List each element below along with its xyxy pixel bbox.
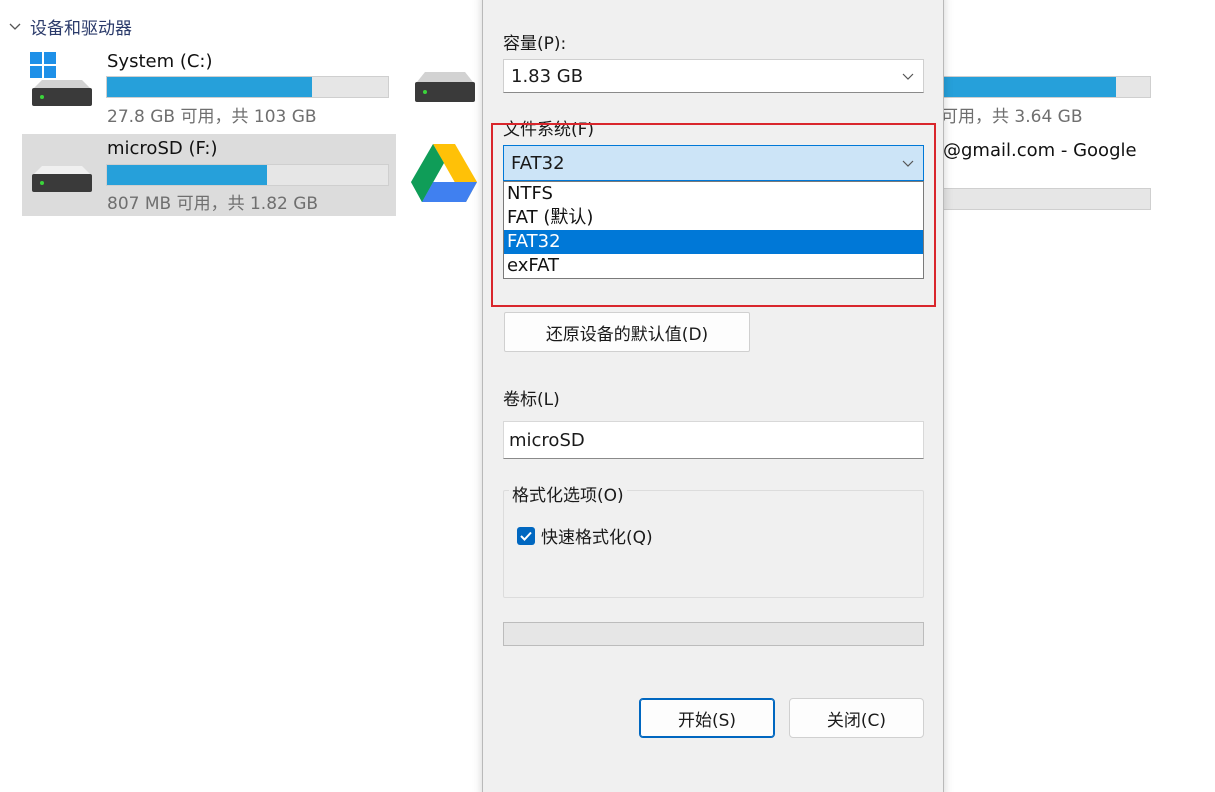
quick-format-label: 快速格式化(Q) <box>541 528 653 548</box>
drive-item-f[interactable]: microSD (F:) 807 MB 可用，共 1.82 GB <box>22 134 396 216</box>
drive-name: System (C:) <box>107 51 213 72</box>
capacity-combobox[interactable]: 1.83 GB <box>503 59 924 93</box>
drive-info: 807 MB 可用，共 1.82 GB <box>107 194 319 214</box>
format-progress-bar <box>503 622 924 646</box>
drive-info: 27.8 GB 可用，共 103 GB <box>107 107 317 127</box>
drive-item-c[interactable]: System (C:) 27.8 GB 可用，共 103 GB <box>22 48 396 128</box>
checkmark-icon <box>520 531 532 541</box>
hard-drive-icon <box>32 166 92 192</box>
start-button[interactable]: 开始(S) <box>639 698 775 738</box>
quick-format-checkbox[interactable] <box>517 526 535 545</box>
chevron-down-icon <box>902 73 914 80</box>
drive-usage-bar <box>106 76 389 98</box>
close-button[interactable]: 关闭(C) <box>789 698 924 738</box>
drive-usage-fill <box>107 77 313 97</box>
volume-label-label: 卷标(L) <box>503 390 560 410</box>
devices-and-drives-header[interactable]: 设备和驱动器 <box>8 14 132 39</box>
drive-usage-fill <box>926 77 1117 97</box>
hard-drive-icon <box>32 80 92 106</box>
drive-name: @gmail.com - Google <box>943 140 1137 161</box>
chevron-down-icon <box>9 23 21 30</box>
hard-drive-icon <box>415 72 475 102</box>
annotation-highlight-box <box>491 123 936 307</box>
windows-logo-icon <box>30 52 56 78</box>
drive-usage-bar <box>925 188 1151 210</box>
capacity-label: 容量(P): <box>503 34 567 54</box>
restore-defaults-button[interactable]: 还原设备的默认值(D) <box>504 312 750 352</box>
drive-usage-bar <box>925 76 1151 98</box>
drive-info: 可用，共 3.64 GB <box>941 107 1083 127</box>
format-dialog: 容量(P): 1.83 GB 文件系统(F) FAT32 NTFS FAT (默… <box>482 0 944 792</box>
format-options-legend: 格式化选项(O) <box>509 481 627 506</box>
quick-format-checkbox-row[interactable]: 快速格式化(Q) <box>517 523 653 548</box>
drive-usage-fill <box>107 165 268 185</box>
section-title: 设备和驱动器 <box>30 19 132 39</box>
volume-label-value: microSD <box>509 429 585 451</box>
drive-name: microSD (F:) <box>107 138 218 159</box>
google-drive-icon <box>411 144 477 202</box>
capacity-value: 1.83 GB <box>511 65 584 87</box>
drive-usage-bar <box>106 164 389 186</box>
volume-label-input[interactable]: microSD <box>503 421 924 459</box>
